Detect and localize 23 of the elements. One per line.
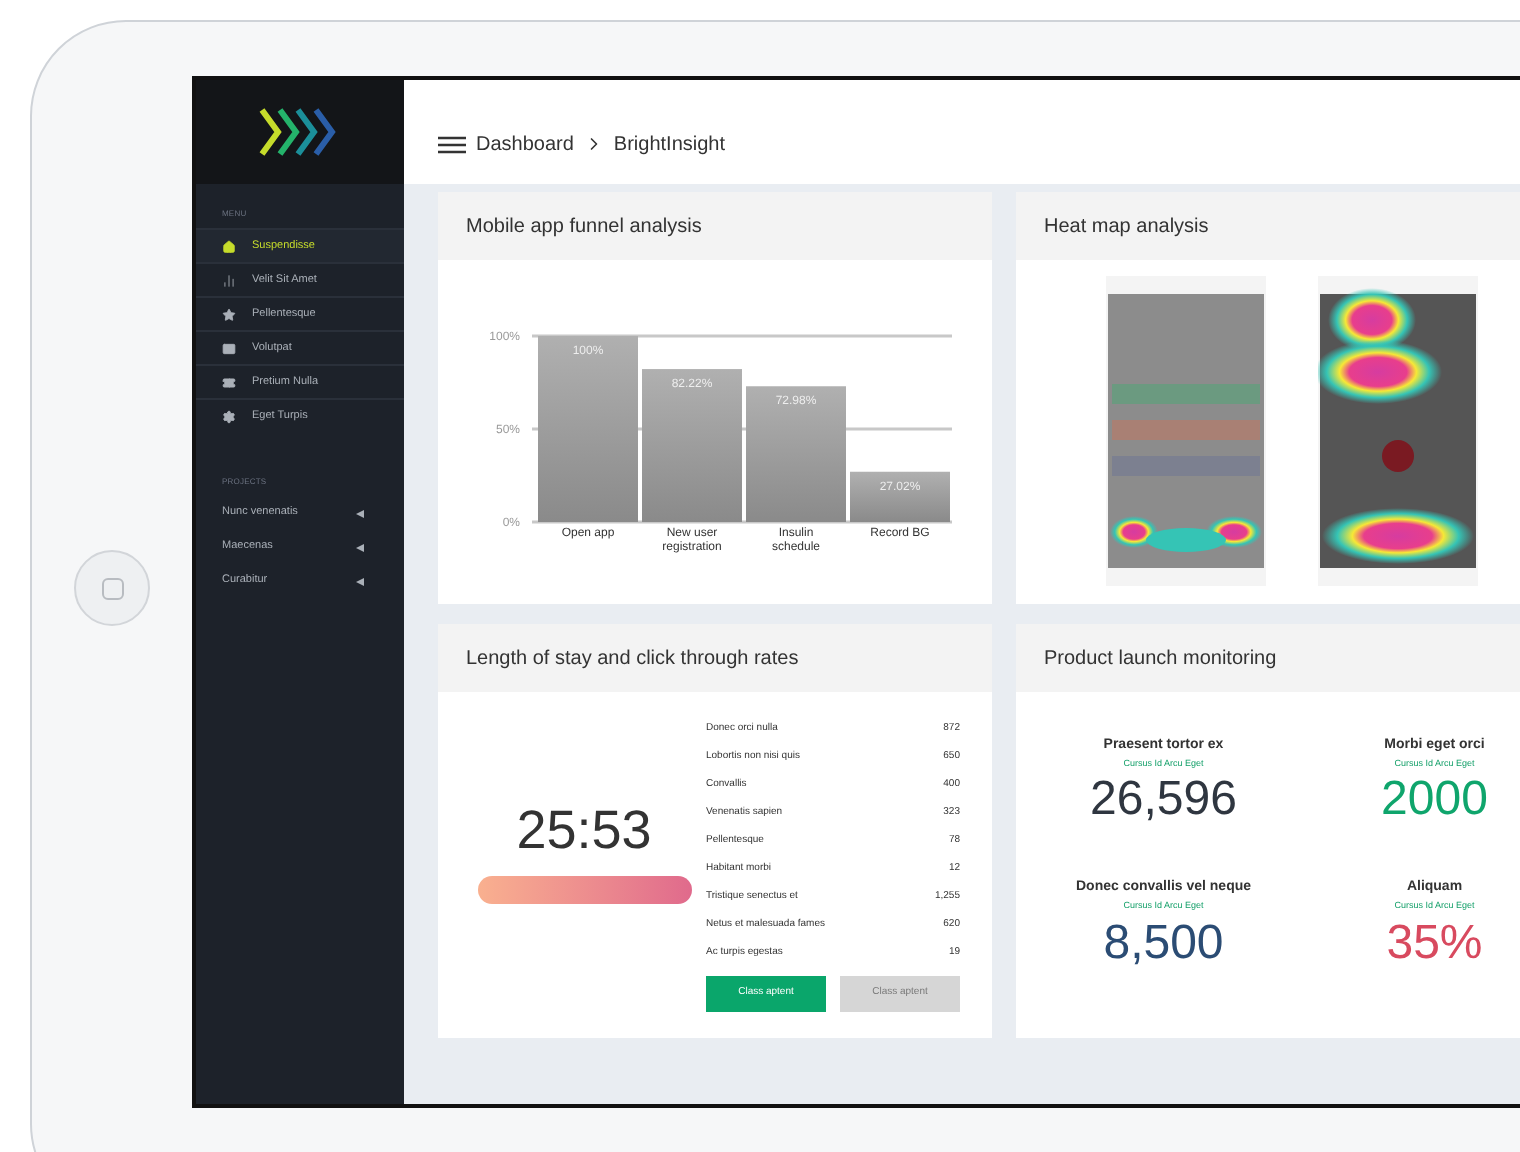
card-title: Mobile app funnel analysis [466, 213, 702, 241]
heat-spot [1318, 340, 1442, 404]
funnel-bar [850, 471, 950, 522]
card-title: Length of stay and click through rates [466, 645, 799, 673]
card-title: Product launch monitoring [1044, 645, 1277, 673]
metric-value: 35% [1386, 913, 1483, 973]
breadcrumb-current: BrightInsight [613, 131, 726, 159]
bars-icon [222, 273, 236, 287]
caret-left-icon[interactable] [356, 577, 364, 585]
card-title: Heat map analysis [1044, 213, 1209, 241]
metric-value: 26,596 [1090, 770, 1237, 831]
metric-value: 8,500 [1103, 913, 1224, 973]
timer-value: 25:53 [516, 798, 652, 865]
caret-left-icon[interactable] [356, 543, 364, 551]
home-icon [222, 239, 236, 253]
star-icon [222, 307, 236, 321]
logo-icon [258, 108, 338, 156]
breadcrumb-link[interactable]: Dashboard [476, 129, 574, 159]
gears-icon [222, 409, 236, 423]
metric-value: 2000 [1381, 770, 1488, 831]
caret-left-icon[interactable] [356, 509, 364, 517]
funnel-bar [746, 386, 846, 522]
menu-icon[interactable] [438, 135, 466, 153]
